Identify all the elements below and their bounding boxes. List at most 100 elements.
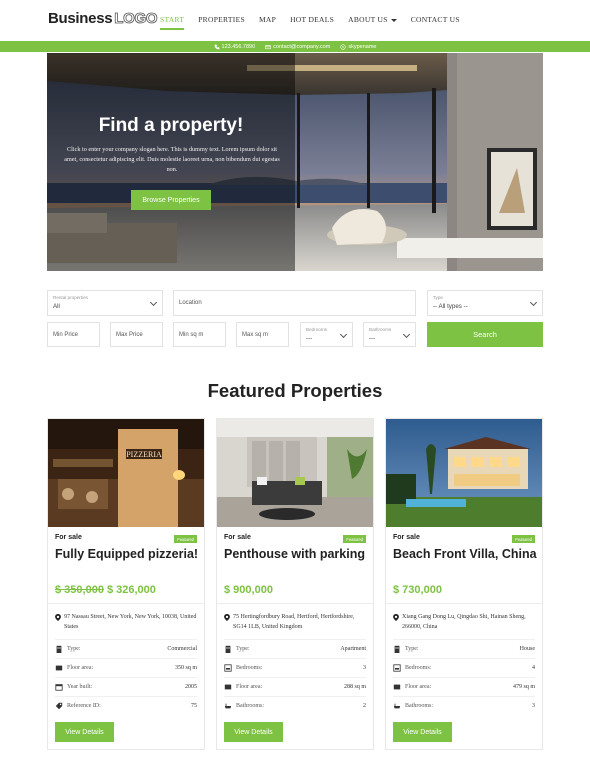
location-input[interactable]: Location xyxy=(173,290,416,316)
view-details-button[interactable]: View Details xyxy=(393,722,452,742)
divider xyxy=(48,603,204,604)
min-sqm-input[interactable]: Min sq m xyxy=(173,322,226,347)
map-pin-icon xyxy=(224,614,230,621)
spec-label: Floor area: xyxy=(67,665,94,671)
spec-value: 479 sq m xyxy=(512,684,535,690)
card-address: 75 Hertingfordbury Road, Hertford, Hertf… xyxy=(224,612,368,632)
logo-text: Business xyxy=(48,10,113,27)
type-select[interactable]: Type -- All types -- xyxy=(427,290,543,316)
bathrooms-value: --- xyxy=(369,335,376,342)
bed-icon xyxy=(393,664,401,672)
max-price-placeholder: Max Price xyxy=(116,332,143,338)
envelope-icon xyxy=(265,44,271,49)
card-price: $ 900,000 xyxy=(224,584,273,596)
card-address: Xiang Gang Dong Lu, Qingdao Shi, Hainan … xyxy=(393,612,537,632)
bedrooms-label: Bedrooms xyxy=(306,327,327,332)
building-icon xyxy=(55,645,63,653)
card-status: For sale xyxy=(224,534,251,541)
contact-skype[interactable]: S skypename xyxy=(340,44,376,50)
spec-value: House xyxy=(519,646,535,652)
spec-row: Bedrooms: 3 xyxy=(224,658,366,677)
featured-badge: Featured xyxy=(512,535,535,543)
type-value: -- All types -- xyxy=(433,303,468,310)
property-photo[interactable] xyxy=(217,419,373,527)
bath-icon xyxy=(393,702,401,710)
card-price: $ 350,000 $ 326,000 xyxy=(55,584,156,596)
view-details-button[interactable]: View Details xyxy=(224,722,283,742)
card-price: $ 730,000 xyxy=(393,584,442,596)
nav-map[interactable]: MAP xyxy=(259,15,276,24)
address-text: 75 Hertingfordbury Road, Hertford, Hertf… xyxy=(233,614,355,630)
spec-value: 4 xyxy=(532,665,535,671)
property-card[interactable]: PIZZERIA For sale Featured Fully Equippe… xyxy=(47,418,205,750)
address-text: 97 Nassau Street, New York, New York, 10… xyxy=(64,614,197,630)
rental-properties-select[interactable]: Rental properties All xyxy=(47,290,163,316)
property-photo[interactable] xyxy=(386,419,542,527)
spec-value: 75 xyxy=(191,703,197,709)
contact-phone[interactable]: 123.456.7890 xyxy=(214,44,255,50)
chevron-down-icon xyxy=(402,330,411,339)
nav-hot-deals[interactable]: HOT DEALS xyxy=(290,15,334,24)
main-nav: START PROPERTIES MAP HOT DEALS ABOUT US … xyxy=(160,15,474,30)
floor-area-icon xyxy=(224,683,232,691)
current-price: $ 730,000 xyxy=(393,584,442,596)
spec-row: Reference ID: 75 xyxy=(55,696,197,715)
skype-text: skypename xyxy=(348,43,377,50)
spec-label: Bathrooms: xyxy=(405,703,433,709)
spec-row: Floor area: 479 sq m xyxy=(393,677,535,696)
property-card[interactable]: For sale Featured Beach Front Villa, Chi… xyxy=(385,418,543,750)
max-sqm-input[interactable]: Max sq m xyxy=(236,322,289,347)
bathrooms-select[interactable]: Bathrooms --- xyxy=(363,322,416,347)
phone-icon xyxy=(214,44,219,49)
spec-value: Apartment xyxy=(340,646,366,652)
nav-about-us[interactable]: ABOUT US xyxy=(348,15,397,24)
max-sqm-placeholder: Max sq m xyxy=(242,332,269,338)
current-price: $ 900,000 xyxy=(224,584,273,596)
bath-icon xyxy=(224,702,232,710)
spec-row: Floor area: 288 sq m xyxy=(224,677,366,696)
card-title[interactable]: Beach Front Villa, China xyxy=(393,546,537,563)
nav-contact-us[interactable]: CONTACT US xyxy=(411,15,460,24)
view-details-button[interactable]: View Details xyxy=(55,722,114,742)
floor-area-icon xyxy=(393,683,401,691)
min-price-input[interactable]: Min Price xyxy=(47,322,100,347)
type-label: Type xyxy=(433,295,443,300)
spec-row: Type: Commercial xyxy=(55,639,197,658)
spec-row: Bathrooms: 3 xyxy=(393,696,535,715)
contact-email[interactable]: contact@company.com xyxy=(265,44,330,50)
spec-label: Type: xyxy=(67,646,81,652)
pizzeria-photo: PIZZERIA xyxy=(48,419,204,527)
nav-start[interactable]: START xyxy=(160,15,185,30)
spec-label: Bedrooms: xyxy=(236,665,263,671)
spec-value: 2005 xyxy=(185,684,197,690)
card-title[interactable]: Penthouse with parking xyxy=(224,546,368,563)
spec-value: Commercial xyxy=(167,646,197,652)
site-header: Business LOGO START PROPERTIES MAP HOT DE… xyxy=(0,0,590,41)
card-status: For sale xyxy=(393,534,420,541)
featured-badge: Featured xyxy=(343,535,366,543)
property-photo[interactable]: PIZZERIA xyxy=(48,419,204,527)
min-price-placeholder: Min Price xyxy=(53,332,79,338)
max-price-input[interactable]: Max Price xyxy=(110,322,163,347)
building-icon xyxy=(393,645,401,653)
bathrooms-label: Bathrooms xyxy=(369,327,392,332)
property-card[interactable]: For sale Featured Penthouse with parking… xyxy=(216,418,374,750)
spec-label: Type: xyxy=(236,646,250,652)
chevron-down-icon xyxy=(149,298,158,307)
browse-properties-button[interactable]: Browse Properties xyxy=(131,190,211,210)
penthouse-photo xyxy=(217,419,373,527)
divider xyxy=(217,603,373,604)
old-price: $ 350,000 xyxy=(55,584,104,596)
spec-value: 288 sq m xyxy=(343,684,366,690)
card-title[interactable]: Fully Equipped pizzeria! xyxy=(55,546,199,563)
bedrooms-select[interactable]: Bedrooms --- xyxy=(300,322,353,347)
nav-properties[interactable]: PROPERTIES xyxy=(198,15,245,24)
min-sqm-placeholder: Min sq m xyxy=(179,332,204,338)
spec-row: Bedrooms: 4 xyxy=(393,658,535,677)
location-placeholder: Location xyxy=(179,300,202,306)
logo[interactable]: Business LOGO xyxy=(48,10,158,28)
search-button[interactable]: Search xyxy=(427,322,543,347)
nav-about-us-label: ABOUT US xyxy=(348,15,388,24)
chevron-down-icon xyxy=(339,330,348,339)
spec-label: Floor area: xyxy=(405,684,432,690)
